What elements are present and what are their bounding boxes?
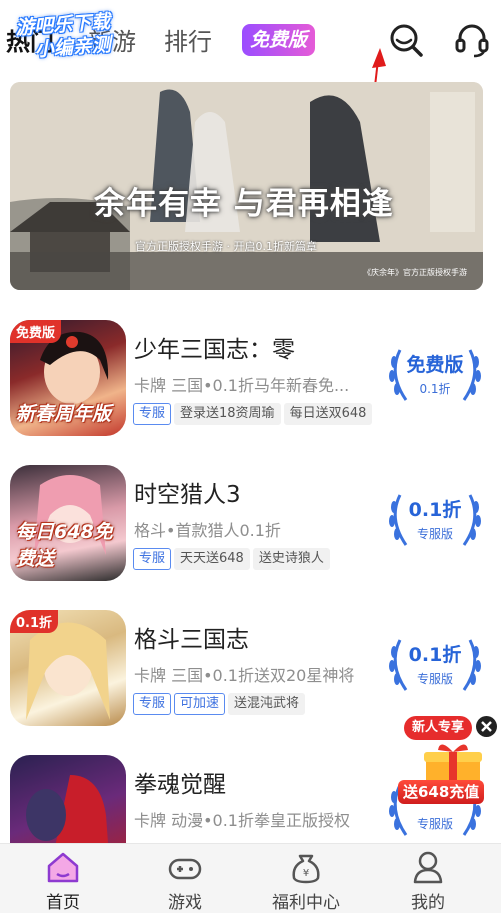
nav-label: 我的 (411, 893, 445, 913)
game-description: 卡牌 三国•0.1折马年新春免... (134, 376, 350, 395)
badge-sub-text: 专服版 (416, 527, 453, 541)
game-description: 格斗•首款猎人0.1折 (134, 521, 281, 540)
banner-subtitle: 官方正版授权手游 · 开启0.1折新篇章 (135, 240, 317, 253)
laurel-badge[interactable]: 免费版 0.1折 (386, 344, 484, 406)
nav-home[interactable]: 首页 (8, 844, 118, 913)
nav-label: 福利中心 (272, 893, 340, 913)
game-name[interactable]: 少年三国志：零 (134, 330, 295, 364)
icon-caption: 新春周年版 (16, 403, 112, 425)
banner-title: 余年有幸 与君再相逢 (94, 186, 394, 222)
game-tags: 专服 登录送18资周瑜 每日送双648 (133, 402, 375, 425)
game-tag: 送混沌武将 (228, 693, 306, 715)
icon-corner-badge: 免费版 (10, 320, 62, 343)
game-list-item[interactable]: 免费版 新春周年版 少年三国志：零 卡牌 三国•0.1折马年新春免... 专服登… (0, 318, 501, 458)
promo-banner[interactable]: 余年有幸 与君再相逢 官方正版授权手游 · 开启0.1折新篇章 《庆余年》官方正… (10, 82, 483, 290)
game-name[interactable]: 拳魂觉醒 (134, 765, 226, 799)
promo-amount-label: 送648充值 (398, 780, 485, 804)
nav-welfare-center[interactable]: ¥ 福利中心 (251, 844, 361, 913)
watermark: 游吧乐下载 小编亲测 (15, 11, 113, 64)
laurel-badge[interactable]: 0.1折 专服版 (386, 634, 484, 696)
nav-mine[interactable]: 我的 (373, 844, 483, 913)
top-tab-bar: 热门 新游 排行 免费版 游吧乐下载 小编亲测 (0, 0, 501, 235)
close-icon[interactable] (476, 716, 497, 737)
game-tags: 专服 可加速 送混沌武将 (133, 692, 308, 715)
game-description: 卡牌 动漫•0.1折拳皇正版授权 (134, 811, 350, 830)
game-tag: 每日送双648 (283, 403, 373, 425)
game-tags: 专服 天天送648 送史诗狼人 (133, 547, 333, 570)
game-tag: 专服 (133, 548, 172, 570)
game-icon[interactable]: 每日648免费送 (10, 465, 126, 581)
icon-corner-badge: 0.1折 (10, 610, 59, 633)
badge-sub-text: 专服版 (416, 817, 453, 831)
game-tag: 天天送648 (174, 548, 250, 570)
game-tag: 专服 (133, 403, 172, 425)
badge-sub-text: 0.1折 (419, 382, 451, 396)
game-icon[interactable]: 免费版 新春周年版 (10, 320, 126, 436)
nav-label: 游戏 (168, 893, 202, 913)
game-list-item[interactable]: 每日648免费送 时空猎人3 格斗•首款猎人0.1折 专服 天天送648 送史诗狼人… (0, 463, 501, 603)
nav-games[interactable]: 游戏 (130, 844, 240, 913)
headset-icon[interactable] (454, 22, 490, 58)
svg-text:¥: ¥ (303, 868, 309, 879)
game-icon[interactable]: 0.1折 (10, 610, 126, 726)
bottom-navigation: 首页 游戏 ¥ 福利中心 我的 (0, 843, 501, 913)
game-tag: 送史诗狼人 (252, 548, 330, 570)
badge-main-text: 免费版 (406, 354, 464, 376)
promo-head-label: 新人专享 (404, 716, 473, 740)
new-user-promo[interactable]: 新人专享 送648充值 (396, 714, 500, 806)
icon-caption: 每日648免费送 (16, 521, 113, 570)
game-tag: 登录送18资周瑜 (174, 403, 281, 425)
laurel-badge[interactable]: 0.1折 专服版 (386, 489, 484, 551)
tab-free-version[interactable]: 免费版 (242, 24, 316, 56)
game-name[interactable]: 时空猎人3 (134, 475, 241, 509)
user-icon (410, 850, 446, 884)
badge-main-text: 0.1折 (408, 644, 462, 666)
game-tag: 可加速 (174, 693, 226, 715)
home-icon (45, 850, 81, 884)
gamepad-icon (167, 850, 203, 884)
game-name[interactable]: 格斗三国志 (134, 620, 249, 654)
game-description: 卡牌 三国•0.1折送双20星神将 (134, 666, 355, 685)
banner-footnote: 《庆余年》官方正版授权手游 (363, 268, 467, 277)
game-tag: 专服 (133, 693, 172, 715)
search-icon[interactable] (388, 22, 424, 58)
tab-ranking[interactable]: 排行 (164, 22, 212, 57)
money-bag-icon: ¥ (288, 850, 324, 884)
nav-label: 首页 (46, 893, 80, 913)
badge-main-text: 0.1折 (408, 499, 462, 521)
badge-sub-text: 专服版 (416, 672, 453, 686)
